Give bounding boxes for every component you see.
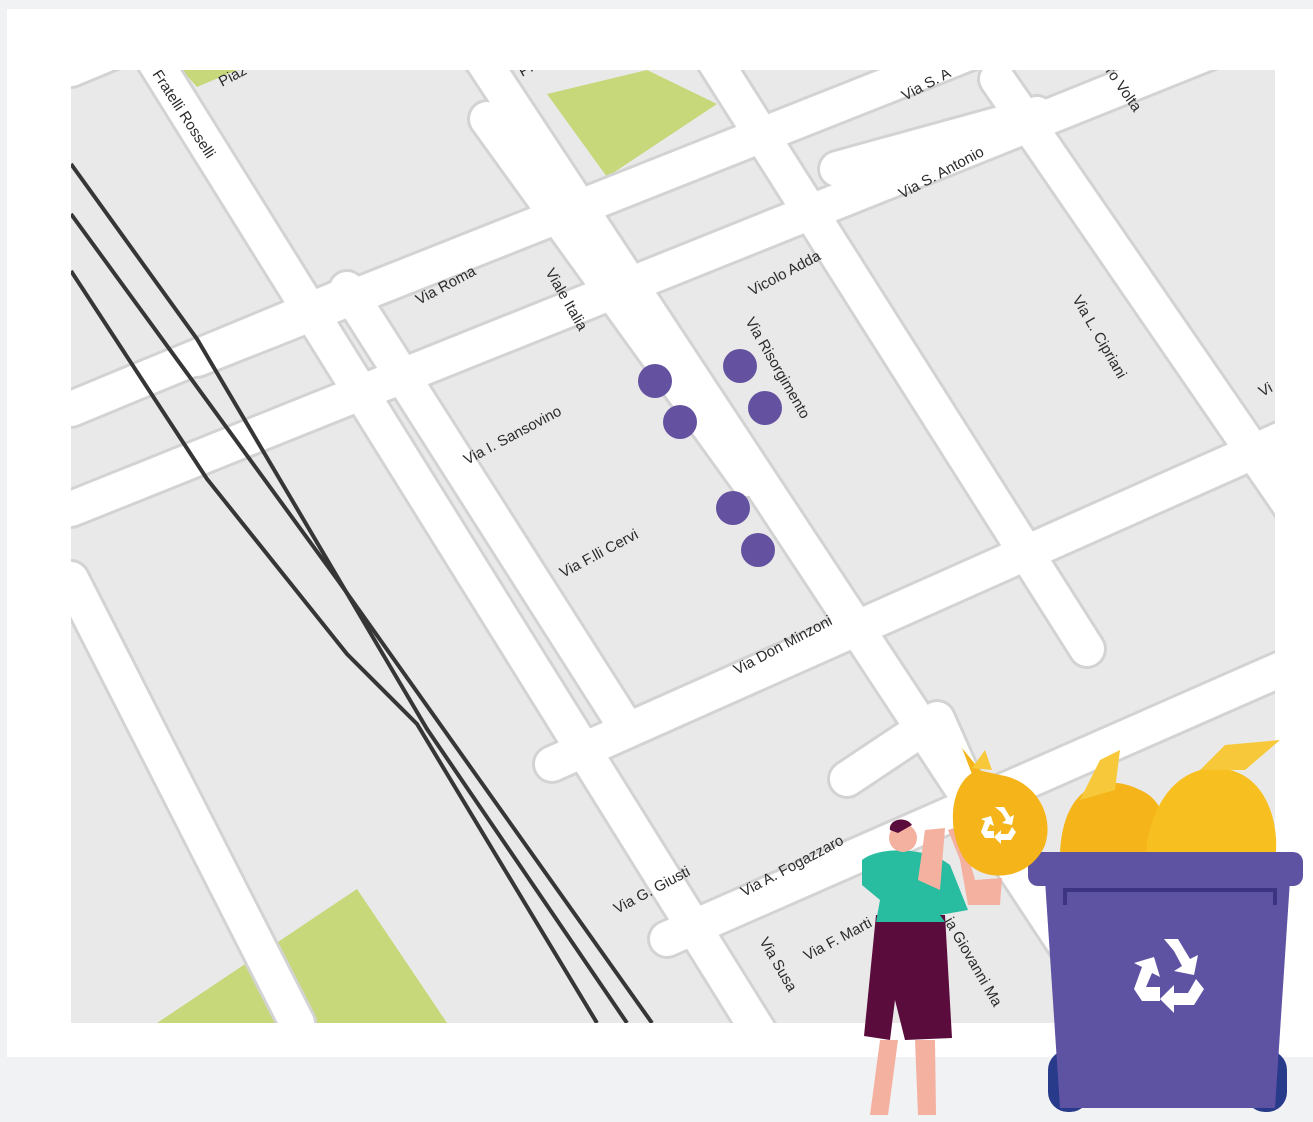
map-marker-5[interactable] xyxy=(716,491,750,525)
map-marker-6[interactable] xyxy=(741,533,775,567)
map-view[interactable]: Fratelli RosselliPiazPiVia S. Aro VoltaV… xyxy=(71,70,1275,1023)
map-marker-1[interactable] xyxy=(638,364,672,398)
map-marker-3[interactable] xyxy=(663,405,697,439)
map-marker-2[interactable] xyxy=(723,349,757,383)
bin-wheel xyxy=(1245,1050,1287,1112)
bin-wheel xyxy=(1048,1050,1090,1112)
street-map[interactable]: Fratelli RosselliPiazPiVia S. Aro VoltaV… xyxy=(71,70,1275,1023)
map-marker-4[interactable] xyxy=(748,391,782,425)
map-card: Fratelli RosselliPiazPiVia S. Aro VoltaV… xyxy=(7,9,1313,1057)
